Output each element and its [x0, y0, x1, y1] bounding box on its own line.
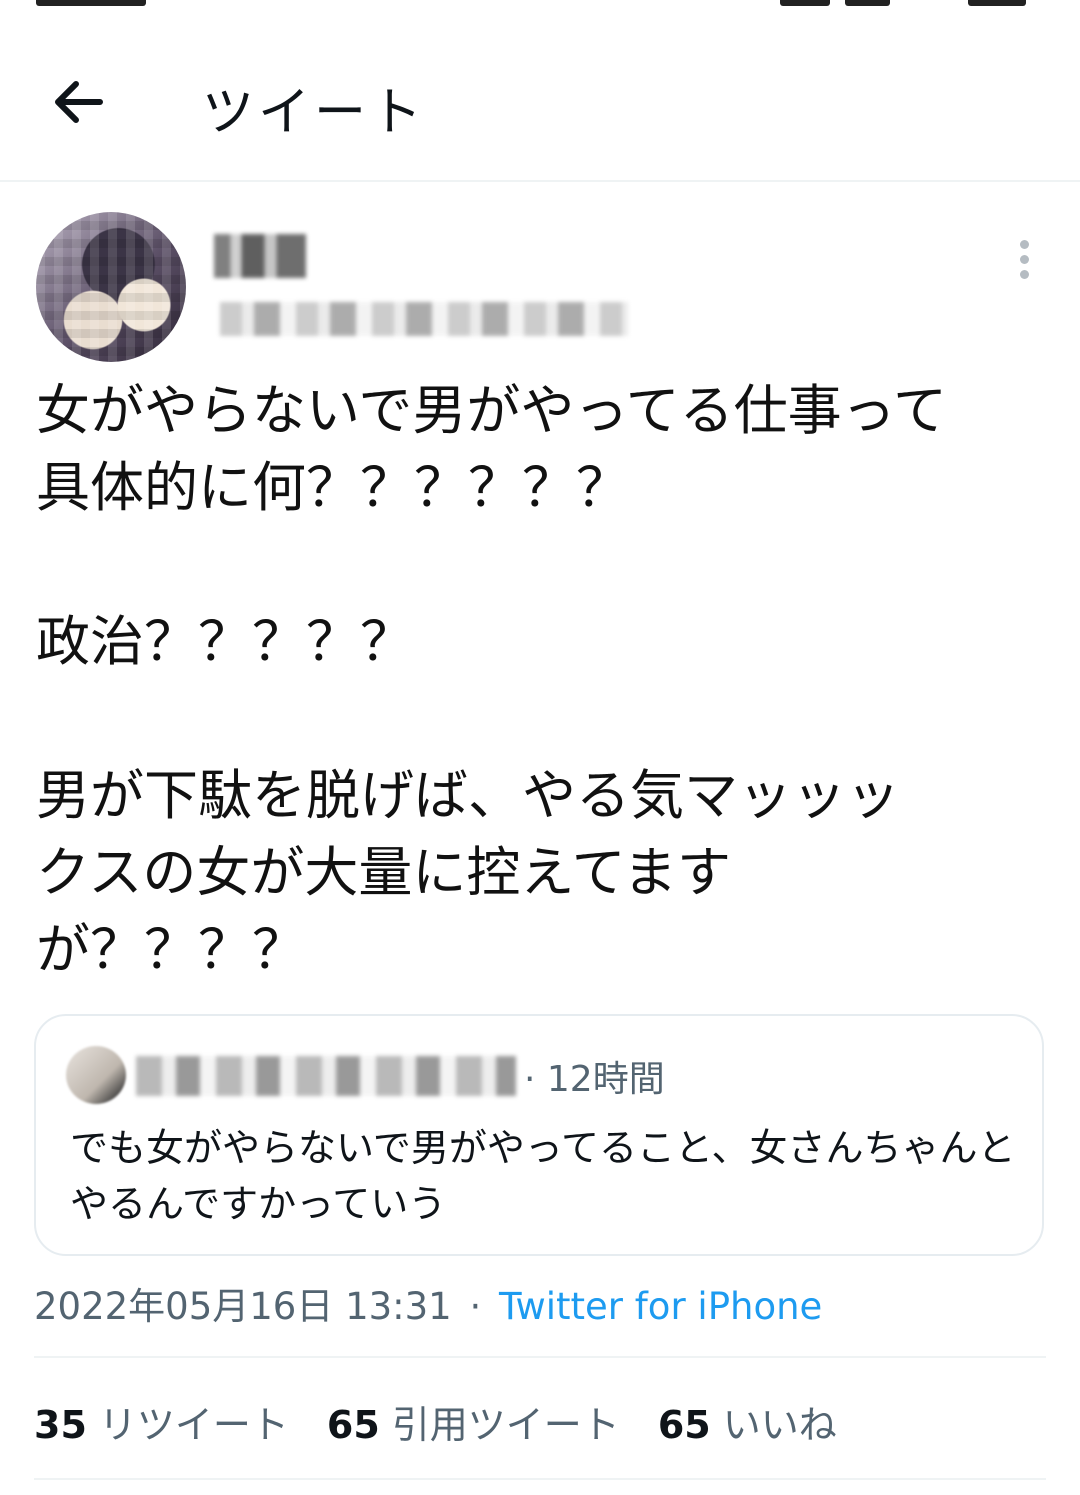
page-title: ツイート: [202, 83, 427, 143]
quote-tweets-stat[interactable]: 65 引用ツイート: [327, 1394, 620, 1449]
more-vertical-icon[interactable]: [1012, 236, 1038, 284]
tweet-meta: 2022年05月16日 13:31 · Twitter for iPhone: [34, 1276, 822, 1330]
divider: [34, 1478, 1046, 1480]
status-time-fragment: [36, 0, 146, 6]
username-redacted[interactable]: [220, 302, 628, 336]
quoted-text: でも女がやらないで男がやってること、女さんちゃんとやるんですかっていう: [70, 1126, 1016, 1226]
arrow-left-icon[interactable]: [50, 78, 106, 126]
retweets-count: 35: [34, 1403, 87, 1447]
battery-icon: [968, 0, 1026, 6]
tweet-timestamp: 2022年05月16日 13:31: [34, 1285, 452, 1328]
retweets-label: リツイート: [98, 1403, 289, 1447]
meta-separator: ·: [469, 1285, 482, 1328]
tweet-text: 女がやらないで男がやってる仕事って 具体的に何？？？？？？ 政治？？？？？ 男が…: [36, 379, 947, 981]
divider: [34, 1356, 1046, 1358]
quoted-author-redacted: [136, 1056, 516, 1096]
quoted-time: · 12時間: [524, 1059, 665, 1100]
status-bar: [0, 0, 1080, 14]
likes-stat[interactable]: 65 いいね: [658, 1394, 837, 1449]
display-name-redacted[interactable]: [214, 234, 306, 278]
top-app-bar: ツイート: [0, 14, 1080, 182]
avatar[interactable]: [36, 212, 186, 362]
quotes-count: 65: [326, 1403, 380, 1447]
engagement-stats: 35 リツイート 65 引用ツイート 65 いいね: [34, 1394, 837, 1449]
signal-icon: [845, 0, 890, 6]
retweets-stat[interactable]: 35 リツイート: [34, 1394, 289, 1449]
status-icon-fragment: [780, 0, 830, 6]
likes-count: 65: [657, 1403, 711, 1447]
quoted-avatar: [66, 1046, 126, 1104]
likes-label: いいね: [722, 1403, 837, 1447]
tweet-source-link[interactable]: Twitter for iPhone: [499, 1285, 822, 1328]
quotes-label: 引用ツイート: [391, 1403, 620, 1447]
quoted-tweet[interactable]: · 12時間 でも女がやらないで男がやってること、女さんちゃんとやるんですかって…: [34, 1014, 1044, 1256]
